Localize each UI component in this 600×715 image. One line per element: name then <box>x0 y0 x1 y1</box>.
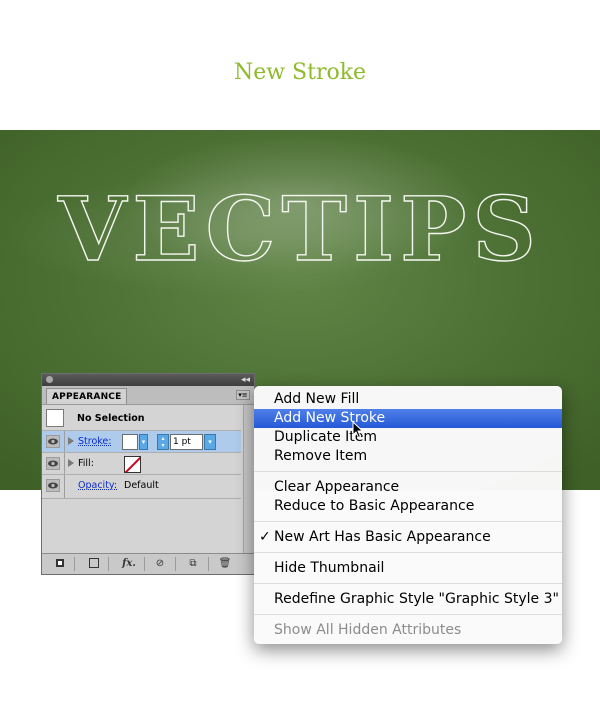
no-selection-row: No Selection <box>42 405 241 431</box>
selection-thumbnail <box>46 409 64 427</box>
duplicate-icon[interactable]: ⧉ <box>185 557 201 571</box>
checkmark-icon: ✓ <box>259 529 271 545</box>
expand-triangle-icon[interactable] <box>68 459 74 467</box>
no-selection-label: No Selection <box>77 413 145 424</box>
menu-separator <box>254 521 562 522</box>
menu-separator <box>254 583 562 584</box>
menu-item-clear-appearance[interactable]: Clear Appearance <box>254 478 562 497</box>
column-divider <box>64 475 65 498</box>
menu-separator <box>254 552 562 553</box>
collapse-icon[interactable]: ◂◂ <box>241 374 250 386</box>
fill-row[interactable]: Fill: <box>42 453 241 475</box>
appearance-list: No Selection Stroke: ▾ ▴ ▾ 1 pt ▾ Fill: O… <box>42 405 254 555</box>
footer-divider <box>144 557 145 571</box>
column-divider <box>64 431 65 452</box>
footer-divider <box>74 557 75 571</box>
footer-divider <box>175 557 176 571</box>
vectips-text: VECTIPS <box>57 180 542 280</box>
appearance-panel: ◂◂ APPEARANCE ▾≡ No Selection Stroke: ▾ … <box>41 373 255 575</box>
appearance-context-menu: Add New Fill Add New Stroke Duplicate It… <box>254 386 562 644</box>
eye-icon[interactable] <box>46 435 60 448</box>
panel-footer: fx. ⊘ ⧉ 🗑 <box>42 553 254 574</box>
panel-tab-bar: APPEARANCE ▾≡ <box>42 386 254 405</box>
no-fill-swatch[interactable] <box>124 456 141 473</box>
footer-divider <box>108 557 109 571</box>
add-stroke-icon[interactable] <box>52 557 68 571</box>
scrollbar[interactable] <box>243 405 254 555</box>
opacity-row[interactable]: Opacity: Default <box>42 475 241 499</box>
menu-separator <box>254 471 562 472</box>
page-title: New Stroke <box>233 60 367 85</box>
menu-item-new-art-basic[interactable]: ✓ New Art Has Basic Appearance <box>254 528 562 547</box>
close-icon[interactable] <box>46 376 53 383</box>
add-fill-icon[interactable] <box>86 557 102 571</box>
menu-item-remove-item[interactable]: Remove Item <box>254 447 562 466</box>
mouse-pointer-icon <box>352 421 364 439</box>
vectips-outline-text: VECTIPS <box>0 180 600 280</box>
footer-divider <box>208 557 209 571</box>
stroke-weight-stepper[interactable]: ▴ ▾ <box>157 434 169 450</box>
eye-icon[interactable] <box>46 479 60 492</box>
panel-menu-icon[interactable]: ▾≡ <box>236 390 250 400</box>
menu-item-add-new-stroke[interactable]: Add New Stroke <box>254 409 562 428</box>
fx-icon[interactable]: fx. <box>118 557 140 571</box>
opacity-value: Default <box>124 480 159 491</box>
trash-icon[interactable]: 🗑 <box>217 557 233 571</box>
menu-item-redefine-style[interactable]: Redefine Graphic Style "Graphic Style 3" <box>254 590 562 609</box>
stroke-label[interactable]: Stroke: <box>78 436 111 447</box>
menu-item-label: New Art Has Basic Appearance <box>274 529 491 545</box>
stroke-weight-field[interactable]: 1 pt <box>170 434 203 450</box>
column-divider <box>64 453 65 474</box>
clear-icon[interactable]: ⊘ <box>152 557 168 571</box>
stroke-row[interactable]: Stroke: ▾ ▴ ▾ 1 pt ▾ <box>42 431 241 453</box>
expand-triangle-icon[interactable] <box>68 437 74 445</box>
panel-title-bar[interactable]: ◂◂ <box>42 374 254 386</box>
stroke-color-dropdown[interactable]: ▾ <box>139 434 148 450</box>
menu-item-hide-thumbnail[interactable]: Hide Thumbnail <box>254 559 562 578</box>
menu-item-duplicate-item[interactable]: Duplicate Item <box>254 428 562 447</box>
opacity-label[interactable]: Opacity: <box>78 480 117 491</box>
stroke-weight-dropdown[interactable]: ▾ <box>204 434 216 450</box>
menu-item-add-new-fill[interactable]: Add New Fill <box>254 390 562 409</box>
fill-label: Fill: <box>78 458 94 469</box>
menu-item-reduce-basic[interactable]: Reduce to Basic Appearance <box>254 497 562 516</box>
menu-item-show-hidden: Show All Hidden Attributes <box>274 622 462 638</box>
stroke-color-swatch[interactable] <box>122 434 138 450</box>
eye-icon[interactable] <box>46 457 60 470</box>
menu-separator <box>254 614 562 615</box>
tab-appearance[interactable]: APPEARANCE <box>46 388 128 404</box>
